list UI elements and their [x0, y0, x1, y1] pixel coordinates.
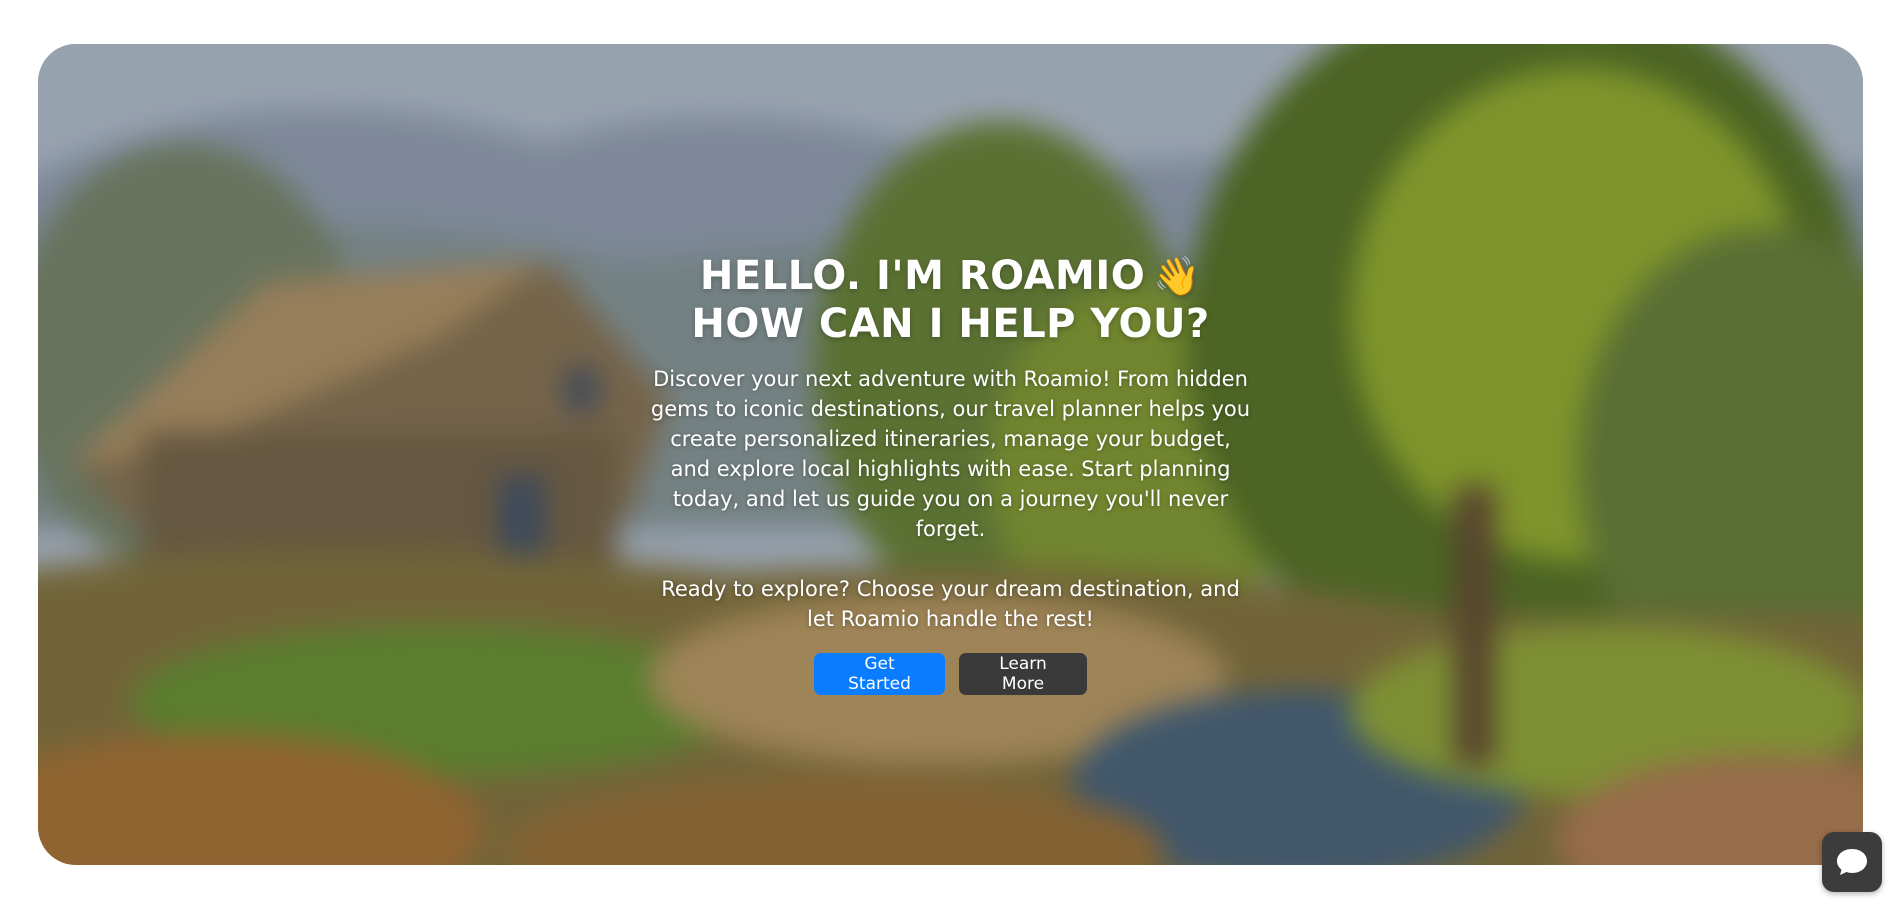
hero-cta-text: Ready to explore? Choose your dream dest…: [661, 577, 1240, 631]
get-started-button[interactable]: Get Started: [814, 653, 945, 695]
hero-title-line2: HOW CAN I HELP YOU?: [691, 301, 1210, 347]
chat-widget-button[interactable]: [1822, 832, 1882, 892]
waving-hand-icon: 👋: [1153, 254, 1202, 298]
hero-title-line1: HELLO. I'M ROAMIO 👋: [691, 252, 1209, 300]
hero-title: HELLO. I'M ROAMIO 👋 HOW CAN I HELP YOU?: [691, 252, 1209, 348]
learn-more-button[interactable]: Learn More: [959, 653, 1087, 695]
hero-description: Discover your next adventure with Roamio…: [650, 367, 1251, 541]
hero-buttons: Get Started Learn More: [814, 653, 1087, 695]
hero-content: HELLO. I'M ROAMIO 👋 HOW CAN I HELP YOU? D…: [38, 252, 1863, 695]
hero-section: HELLO. I'M ROAMIO 👋 HOW CAN I HELP YOU? D…: [38, 44, 1863, 865]
hero-title-greeting: HELLO. I'M ROAMIO: [699, 253, 1146, 299]
chat-bubble-icon: [1837, 849, 1867, 875]
